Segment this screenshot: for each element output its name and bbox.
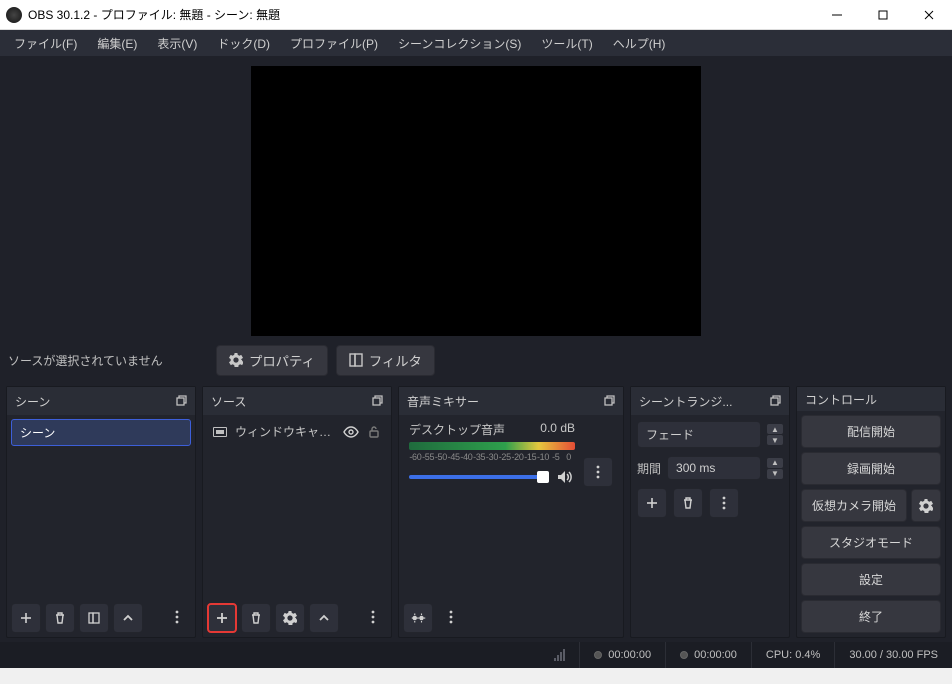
- mixer-title: 音声ミキサー: [407, 393, 479, 410]
- cpu-usage: CPU: 0.4%: [751, 642, 834, 668]
- menu-scenecollection[interactable]: シーンコレクション(S): [388, 31, 531, 56]
- start-streaming-button[interactable]: 配信開始: [801, 415, 941, 448]
- mixer-scale: -60-55-50-45-40-35-30-25-20-15-10-50: [409, 452, 575, 462]
- duration-label: 期間: [637, 460, 661, 477]
- add-scene-button[interactable]: [11, 603, 41, 633]
- volume-thumb[interactable]: [537, 471, 549, 483]
- settings-button[interactable]: 設定: [801, 563, 941, 596]
- mixer-settings-button[interactable]: [403, 603, 433, 633]
- controls-title: コントロール: [805, 391, 877, 408]
- stream-status-dot-icon: [594, 651, 602, 659]
- menu-profile[interactable]: プロファイル(P): [280, 31, 388, 56]
- source-up-button[interactable]: [309, 603, 339, 633]
- scenes-dock: シーン シーン: [6, 386, 196, 638]
- studio-mode-button[interactable]: スタジオモード: [801, 526, 941, 559]
- titlebar: OBS 30.1.2 - プロファイル: 無題 - シーン: 無題: [0, 0, 952, 30]
- scene-filters-button[interactable]: [79, 603, 109, 633]
- transitions-dock: シーントランジ... フェード ▲▼ 期間 300 ms ▲▼: [630, 386, 790, 638]
- transition-menu-button[interactable]: [709, 488, 739, 518]
- maximize-button[interactable]: [860, 0, 906, 30]
- mixer-menu-button[interactable]: [437, 603, 465, 631]
- duration-spin[interactable]: ▲▼: [767, 458, 783, 479]
- scenes-title: シーン: [15, 393, 50, 410]
- stream-time-value: 00:00:00: [608, 649, 651, 661]
- volume-slider[interactable]: [409, 475, 549, 479]
- transitions-title: シーントランジ...: [639, 393, 732, 410]
- network-bars-icon: [540, 642, 579, 668]
- virtual-cam-settings-button[interactable]: [911, 489, 941, 522]
- stream-time: 00:00:00: [579, 642, 665, 668]
- undock-icon[interactable]: [769, 395, 781, 407]
- gear-icon: [229, 353, 243, 367]
- scene-menu-button[interactable]: [163, 603, 191, 631]
- record-status-dot-icon: [680, 651, 688, 659]
- transition-spin[interactable]: ▲▼: [767, 424, 783, 445]
- menu-tools[interactable]: ツール(T): [531, 31, 602, 56]
- sources-dock: ソース ウィンドウキャプチ: [202, 386, 392, 638]
- menu-help[interactable]: ヘルプ(H): [603, 31, 676, 56]
- properties-button[interactable]: プロパティ: [216, 345, 328, 376]
- transition-select[interactable]: フェード: [637, 421, 761, 448]
- undock-icon[interactable]: [175, 395, 187, 407]
- dock-row: シーン シーン ソース ウィンドウキャプチ: [0, 382, 952, 642]
- exit-button[interactable]: 終了: [801, 600, 941, 633]
- record-time-value: 00:00:00: [694, 649, 737, 661]
- filters-button[interactable]: フィルタ: [336, 345, 435, 376]
- obs-logo-icon: [6, 7, 22, 23]
- vu-meter: [409, 442, 575, 450]
- track-db: 0.0 dB: [540, 421, 575, 438]
- filters-label: フィルタ: [369, 351, 422, 370]
- track-menu-button[interactable]: [583, 457, 613, 487]
- menubar: ファイル(F) 編集(E) 表示(V) ドック(D) プロファイル(P) シーン…: [0, 30, 952, 56]
- visibility-icon[interactable]: [343, 424, 359, 440]
- statusbar: 00:00:00 00:00:00 CPU: 0.4% 30.00 / 30.0…: [0, 642, 952, 668]
- source-menu-button[interactable]: [359, 603, 387, 631]
- start-recording-button[interactable]: 録画開始: [801, 452, 941, 485]
- sources-title: ソース: [211, 393, 246, 410]
- menu-file[interactable]: ファイル(F): [4, 31, 87, 56]
- add-source-button[interactable]: [207, 603, 237, 633]
- source-item[interactable]: ウィンドウキャプチ: [207, 419, 387, 444]
- audio-mixer-dock: 音声ミキサー デスクトップ音声 0.0 dB -60-55-50-45-40-3…: [398, 386, 624, 638]
- remove-source-button[interactable]: [241, 603, 271, 633]
- scene-item[interactable]: シーン: [11, 419, 191, 446]
- window-capture-icon: [213, 427, 227, 437]
- record-time: 00:00:00: [665, 642, 751, 668]
- properties-label: プロパティ: [249, 351, 315, 370]
- source-properties-button[interactable]: [275, 603, 305, 633]
- source-toolbar: ソースが選択されていません プロパティ フィルタ: [0, 338, 952, 382]
- mixer-track: デスクトップ音声 0.0 dB -60-55-50-45-40-35-30-25…: [403, 419, 619, 493]
- remove-scene-button[interactable]: [45, 603, 75, 633]
- source-label: ウィンドウキャプチ: [235, 423, 335, 440]
- filter-icon: [349, 353, 363, 367]
- menu-edit[interactable]: 編集(E): [87, 31, 147, 56]
- preview-canvas[interactable]: [251, 66, 701, 336]
- undock-icon[interactable]: [603, 395, 615, 407]
- window-title: OBS 30.1.2 - プロファイル: 無題 - シーン: 無題: [28, 6, 814, 23]
- fps-readout: 30.00 / 30.00 FPS: [834, 642, 952, 668]
- preview-area[interactable]: [0, 56, 952, 338]
- scene-up-button[interactable]: [113, 603, 143, 633]
- close-button[interactable]: [906, 0, 952, 30]
- speaker-icon[interactable]: [557, 470, 575, 484]
- no-source-selected-label: ソースが選択されていません: [8, 352, 208, 369]
- start-virtual-cam-button[interactable]: 仮想カメラ開始: [801, 489, 907, 522]
- transition-duration-input[interactable]: 300 ms: [667, 456, 761, 480]
- add-transition-button[interactable]: [637, 488, 667, 518]
- remove-transition-button[interactable]: [673, 488, 703, 518]
- menu-dock[interactable]: ドック(D): [207, 31, 280, 56]
- minimize-button[interactable]: [814, 0, 860, 30]
- track-name: デスクトップ音声: [409, 421, 505, 438]
- undock-icon[interactable]: [371, 395, 383, 407]
- controls-dock: コントロール 配信開始 録画開始 仮想カメラ開始 スタジオモード 設定 終了: [796, 386, 946, 638]
- menu-view[interactable]: 表示(V): [147, 31, 207, 56]
- lock-icon[interactable]: [367, 425, 381, 439]
